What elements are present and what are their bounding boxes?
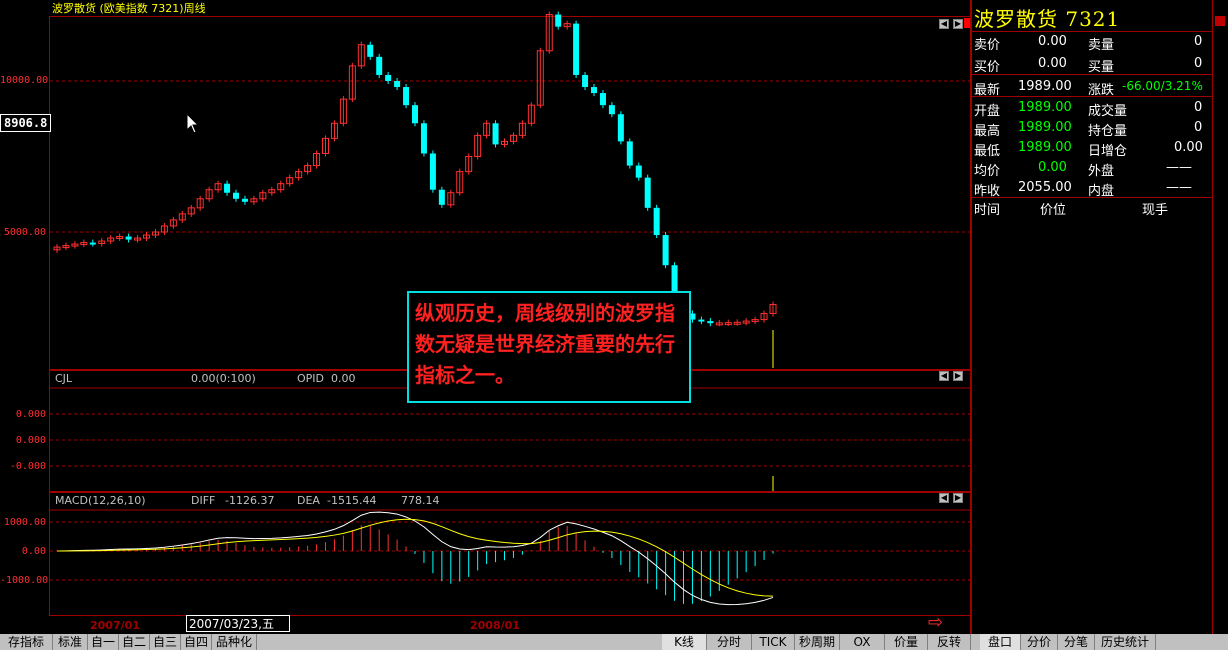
candle-down xyxy=(573,23,580,75)
candle-down xyxy=(224,183,231,193)
candle-down xyxy=(608,105,615,115)
buy-vol-label: 买量 xyxy=(1088,60,1115,75)
tab-price-distribution[interactable]: 分价 xyxy=(1021,634,1058,650)
avg-value: 0.00 xyxy=(1038,160,1067,175)
tab-custom-4[interactable]: 自四 xyxy=(181,634,212,650)
candle-down xyxy=(653,207,660,236)
quote-row-prev-close: 昨收 2055.00 内盘 —— xyxy=(972,178,1208,199)
tab-custom-3[interactable]: 自三 xyxy=(150,634,181,650)
open-label: 开盘 xyxy=(974,104,1001,119)
candle-down xyxy=(367,44,374,57)
low-value: 1989.00 xyxy=(1018,140,1072,155)
candle-down xyxy=(429,153,436,190)
tab-variety[interactable]: 品种化 xyxy=(212,634,257,650)
avg-label: 均价 xyxy=(974,164,1001,179)
oi-label: 持仓量 xyxy=(1088,124,1128,139)
quote-row-high: 最高 1989.00 持仓量 0 xyxy=(972,118,1208,139)
volume-value: 0 xyxy=(1194,100,1203,115)
candle-down xyxy=(412,105,418,124)
buy-price-value: 0.00 xyxy=(1038,56,1067,71)
tab-trades[interactable]: 分笔 xyxy=(1058,634,1095,650)
quote-scroll-line xyxy=(1212,0,1213,634)
candle-down xyxy=(438,189,445,205)
candle-down xyxy=(241,198,248,202)
tab-ox[interactable]: OX xyxy=(840,634,885,650)
trades-header: 时间 价位 现手 xyxy=(972,197,1208,218)
outer-value: —— xyxy=(1166,160,1192,175)
quote-title: 波罗散货 7321 xyxy=(974,7,1121,31)
change-value: -66.00/3.21% xyxy=(1122,79,1203,93)
sell-price-label: 卖价 xyxy=(974,38,1001,53)
mouse-cursor-icon xyxy=(186,113,200,134)
high-label: 最高 xyxy=(974,124,1001,139)
candle-down xyxy=(599,93,606,106)
candle-down xyxy=(582,74,589,88)
trades-time-header: 时间 xyxy=(974,203,1001,218)
quote-scroll-marker[interactable] xyxy=(1215,16,1225,26)
quote-red-marker xyxy=(964,18,970,28)
candle-down xyxy=(644,177,651,208)
quote-row-avg: 均价 0.00 外盘 —— xyxy=(972,158,1208,179)
day-inc-value: 0.00 xyxy=(1174,140,1203,155)
candle-down xyxy=(662,235,669,266)
candle-down xyxy=(233,192,239,199)
low-label: 最低 xyxy=(974,144,1001,159)
candle-down xyxy=(403,87,410,106)
buy-vol-value: 0 xyxy=(1194,56,1203,71)
sell-vol-label: 卖量 xyxy=(1088,38,1115,53)
trades-price-header: 价位 xyxy=(1040,203,1067,218)
candle-down xyxy=(125,236,132,240)
inner-value: —— xyxy=(1166,180,1192,195)
tab-reverse[interactable]: 反转 xyxy=(928,634,971,650)
tab-order-book[interactable]: 盘口 xyxy=(980,634,1021,650)
trades-vol-header: 现手 xyxy=(1142,203,1169,218)
outer-label: 外盘 xyxy=(1088,164,1115,179)
quote-row-sell: 卖价 0.00 卖量 0 xyxy=(972,32,1208,53)
buy-price-label: 买价 xyxy=(974,60,1001,75)
candle-down xyxy=(635,165,642,178)
latest-value: 1989.00 xyxy=(1018,79,1072,94)
tab-kline[interactable]: K线 xyxy=(662,634,707,650)
high-value: 1989.00 xyxy=(1018,120,1072,135)
tab-second-period[interactable]: 秒周期 xyxy=(795,634,840,650)
quote-divider-2 xyxy=(972,74,1212,75)
sell-vol-value: 0 xyxy=(1194,34,1203,49)
volume-label: 成交量 xyxy=(1088,104,1128,119)
quote-row-buy: 买价 0.00 买量 0 xyxy=(972,54,1208,75)
prev-close-value: 2055.00 xyxy=(1018,180,1072,195)
tab-custom-2[interactable]: 自二 xyxy=(119,634,150,650)
tab-standard[interactable]: 标准 xyxy=(53,634,88,650)
tab-intraday[interactable]: 分时 xyxy=(707,634,752,650)
tab-history-stats[interactable]: 历史统计 xyxy=(1095,634,1156,650)
quote-row-latest: 最新 1989.00 涨跌 -66.00/3.21% xyxy=(972,77,1208,98)
tab-price-volume[interactable]: 价量 xyxy=(885,634,928,650)
candle-down xyxy=(385,74,392,81)
candle-down xyxy=(89,242,96,245)
sell-price-value: 0.00 xyxy=(1038,34,1067,49)
day-inc-label: 日增仓 xyxy=(1088,144,1128,159)
bottom-toolbar: 存指标 标准 自一 自二 自三 自四 品种化 K线 分时 TICK 秒周期 OX… xyxy=(0,634,1228,650)
oi-value: 0 xyxy=(1194,120,1203,135)
candle-down xyxy=(698,319,705,322)
tab-tick[interactable]: TICK xyxy=(752,634,795,650)
candle-down xyxy=(617,114,624,142)
candle-down xyxy=(626,141,633,166)
quote-row-low: 最低 1989.00 日增仓 0.00 xyxy=(972,138,1208,159)
candle-down xyxy=(707,321,714,324)
tab-save-indicator[interactable]: 存指标 xyxy=(0,634,53,650)
open-value: 1989.00 xyxy=(1018,100,1072,115)
annotation-box: 纵观历史，周线级别的波罗指数无疑是世界经济重要的先行指标之一。 xyxy=(407,291,691,403)
candle-down xyxy=(591,87,597,94)
candle-down xyxy=(555,14,562,27)
tab-custom-1[interactable]: 自一 xyxy=(88,634,119,650)
quote-row-open: 开盘 1989.00 成交量 0 xyxy=(972,98,1208,119)
candle-down xyxy=(420,123,427,154)
quote-divider-3 xyxy=(972,96,1212,97)
candle-down xyxy=(492,123,499,145)
candle-down xyxy=(376,56,383,75)
candle-down xyxy=(394,81,401,88)
